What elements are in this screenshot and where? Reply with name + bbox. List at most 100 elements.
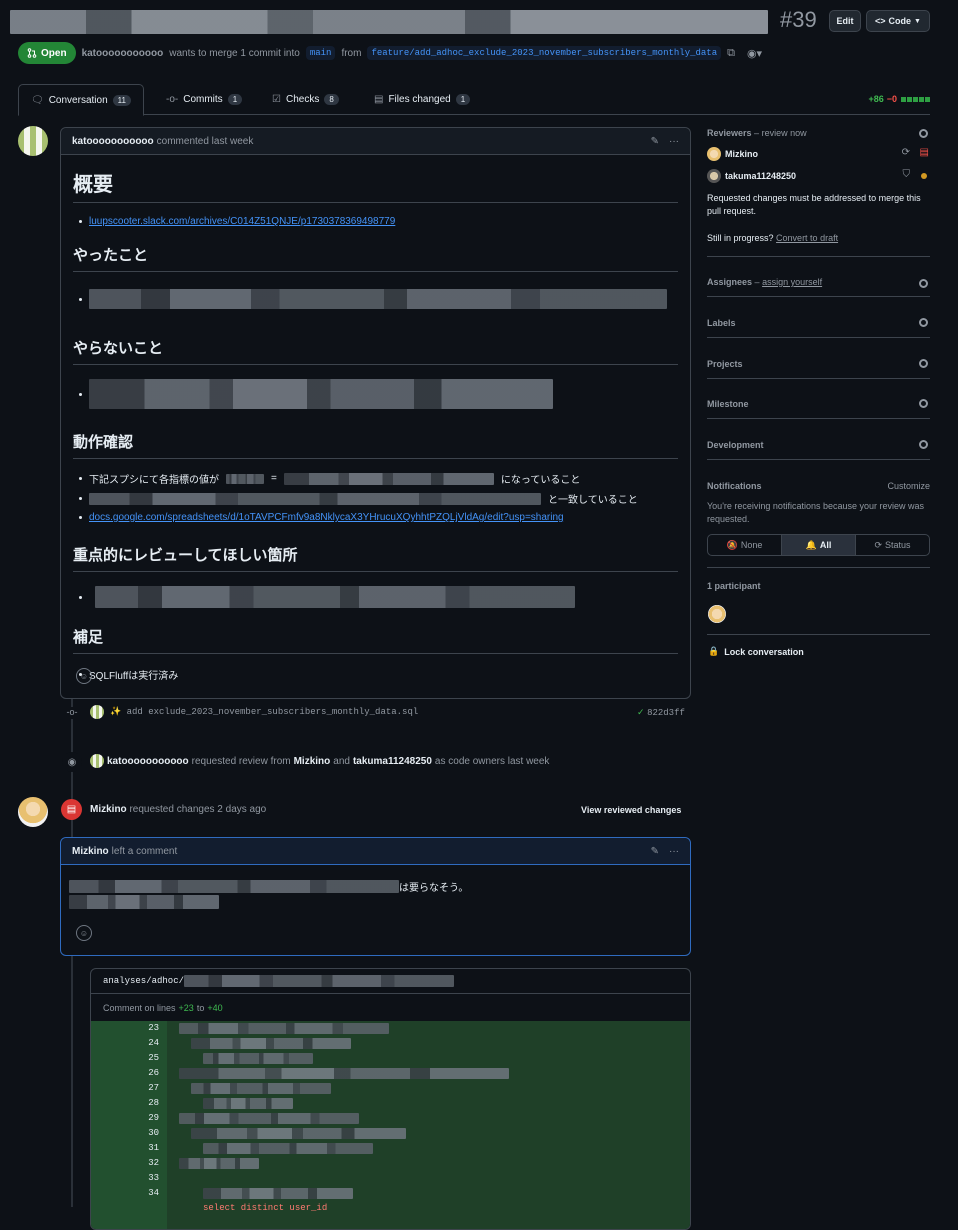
avatar[interactable] [90, 754, 104, 768]
code-line-partial[interactable]: select distinct user_id [91, 1201, 689, 1216]
lines-label: Comment on lines [103, 1002, 176, 1013]
assignees-section: Assignees – assign yourself [707, 264, 930, 297]
bell-slash-icon: 🔕 [726, 539, 738, 550]
notif-all-button[interactable]: 🔔 All [781, 535, 856, 555]
projects-title[interactable]: Projects [707, 359, 743, 369]
head-branch[interactable]: feature/add_adhoc_exclude_2023_november_… [367, 46, 722, 60]
code-line[interactable]: 23 [91, 1021, 689, 1036]
customize-link[interactable]: Customize [887, 481, 930, 491]
line-number: 25 [148, 1053, 159, 1063]
file-path[interactable]: analyses/adhoc/ [103, 976, 184, 986]
gear-icon[interactable] [919, 399, 928, 408]
comment-meta: left a comment [111, 845, 178, 857]
avatar [707, 169, 721, 183]
spreadsheet-link[interactable]: docs.google.com/spreadsheets/d/1oTAVPCFm… [89, 512, 564, 523]
changes-note: Requested changes must be addressed to m… [707, 193, 921, 216]
milestone-title[interactable]: Milestone [707, 399, 749, 409]
tab-commits[interactable]: -o- Commits 1 [166, 84, 243, 114]
gear-icon[interactable] [919, 440, 928, 449]
comment-meta[interactable]: commented last week [157, 136, 254, 147]
sync-icon[interactable]: ⟳ [902, 147, 910, 158]
comment-body: は要らなそう。 [69, 879, 468, 894]
assign-yourself-link[interactable]: assign yourself [762, 277, 822, 287]
tab-label: Checks [285, 93, 320, 105]
file-diff-icon: ▤ [374, 93, 384, 105]
redacted-text [89, 289, 667, 309]
line-number: 28 [148, 1098, 159, 1108]
lock-conversation-button[interactable]: 🔒 Lock conversation [708, 646, 804, 657]
pencil-icon[interactable]: ✎ [651, 846, 659, 857]
notif-status-button[interactable]: ⟳ Status [856, 535, 929, 555]
code-line[interactable]: 30 [91, 1126, 689, 1141]
reviewer-row[interactable]: takuma11248250 [707, 169, 796, 183]
event-author[interactable]: katooooooooooo [107, 756, 189, 767]
gear-icon[interactable] [919, 318, 928, 327]
gear-icon[interactable] [919, 279, 928, 288]
commit-message[interactable]: ✨ add exclude_2023_november_subscribers_… [110, 707, 418, 717]
notif-none-button[interactable]: 🔕 None [708, 535, 781, 555]
code-line[interactable]: 34 [91, 1186, 689, 1201]
base-branch[interactable]: main [305, 46, 336, 60]
code-line[interactable]: 28 [91, 1096, 689, 1111]
avatar[interactable] [708, 605, 726, 623]
edit-title-button[interactable]: Edit [829, 10, 861, 32]
copy-icon[interactable]: ⧉ [727, 47, 735, 60]
development-title[interactable]: Development [707, 440, 764, 450]
view-reviewed-changes-button[interactable]: View reviewed changes [581, 805, 681, 815]
tab-count: 11 [112, 94, 131, 106]
tab-count: 1 [227, 93, 243, 105]
comment-author[interactable]: katooooooooooo [72, 136, 154, 147]
code-line[interactable]: 29 [91, 1111, 689, 1126]
add-reaction-button[interactable]: ☺ [76, 925, 92, 941]
file-diff-icon: ▤ [919, 147, 929, 158]
code-line[interactable]: 32 [91, 1156, 689, 1171]
review-text[interactable]: requested changes 2 days ago [129, 804, 266, 815]
comment-body: 概要 luupscooter.slack.com/archives/C014Z5… [73, 168, 678, 682]
gear-icon[interactable] [919, 359, 928, 368]
comment-header: Mizkino left a comment ✎ ··· [61, 838, 690, 865]
code-line[interactable]: 31 [91, 1141, 689, 1156]
gear-icon[interactable] [919, 129, 928, 138]
eye-icon[interactable]: ◉▾ [747, 47, 762, 60]
pr-author[interactable]: katooooooooooo [82, 48, 164, 59]
kebab-menu-icon[interactable]: ··· [669, 136, 679, 147]
review-author[interactable]: Mizkino [90, 804, 127, 815]
review-now-link[interactable]: review now [762, 128, 807, 138]
tab-files-changed[interactable]: ▤ Files changed 1 [374, 84, 471, 114]
tab-checks[interactable]: ☑ Checks 8 [272, 84, 339, 114]
code-dropdown-button[interactable]: <> Code ▼ [866, 10, 930, 32]
code-line[interactable]: 26 [91, 1066, 689, 1081]
code-line[interactable]: 27 [91, 1081, 689, 1096]
commit-sha[interactable]: 822d3ff [647, 708, 685, 718]
reviewer-row[interactable]: Mizkino [707, 147, 758, 161]
deletions-count: −0 [886, 94, 897, 104]
avatar[interactable] [18, 126, 48, 156]
labels-section: Labels [707, 305, 930, 338]
kebab-menu-icon[interactable]: ··· [669, 846, 679, 857]
code-line[interactable]: 24 [91, 1036, 689, 1051]
assignees-title[interactable]: Assignees [707, 277, 752, 287]
pencil-icon[interactable]: ✎ [651, 136, 659, 147]
redacted-code [179, 1023, 389, 1034]
check-icon[interactable]: ✓ [637, 707, 645, 717]
redacted-code [203, 1098, 293, 1109]
assignees-heading: Assignees – assign yourself [707, 277, 823, 287]
code-line[interactable]: 33 [91, 1171, 689, 1186]
bell-icon: 🔔 [805, 539, 817, 550]
redacted-text [283, 472, 494, 485]
add-reaction-button[interactable]: ☺ [76, 668, 92, 684]
code-text: select distinct user_id [203, 1203, 328, 1213]
convert-to-draft-link[interactable]: Convert to draft [776, 233, 838, 243]
reviewers-title[interactable]: Reviewers [707, 128, 752, 138]
avatar [707, 147, 721, 161]
comment-author[interactable]: Mizkino [72, 846, 109, 857]
verify-eq: = [271, 473, 277, 484]
reviewer-name[interactable]: Mizkino [294, 756, 331, 767]
labels-title[interactable]: Labels [707, 318, 736, 328]
tab-conversation[interactable]: 🗨 Conversation 11 [18, 84, 144, 116]
avatar[interactable] [18, 797, 48, 827]
code-line[interactable]: 25 [91, 1051, 689, 1066]
slack-link[interactable]: luupscooter.slack.com/archives/C014Z51QN… [89, 216, 395, 227]
reviewer-name[interactable]: takuma11248250 [353, 756, 432, 767]
avatar[interactable] [90, 705, 104, 719]
